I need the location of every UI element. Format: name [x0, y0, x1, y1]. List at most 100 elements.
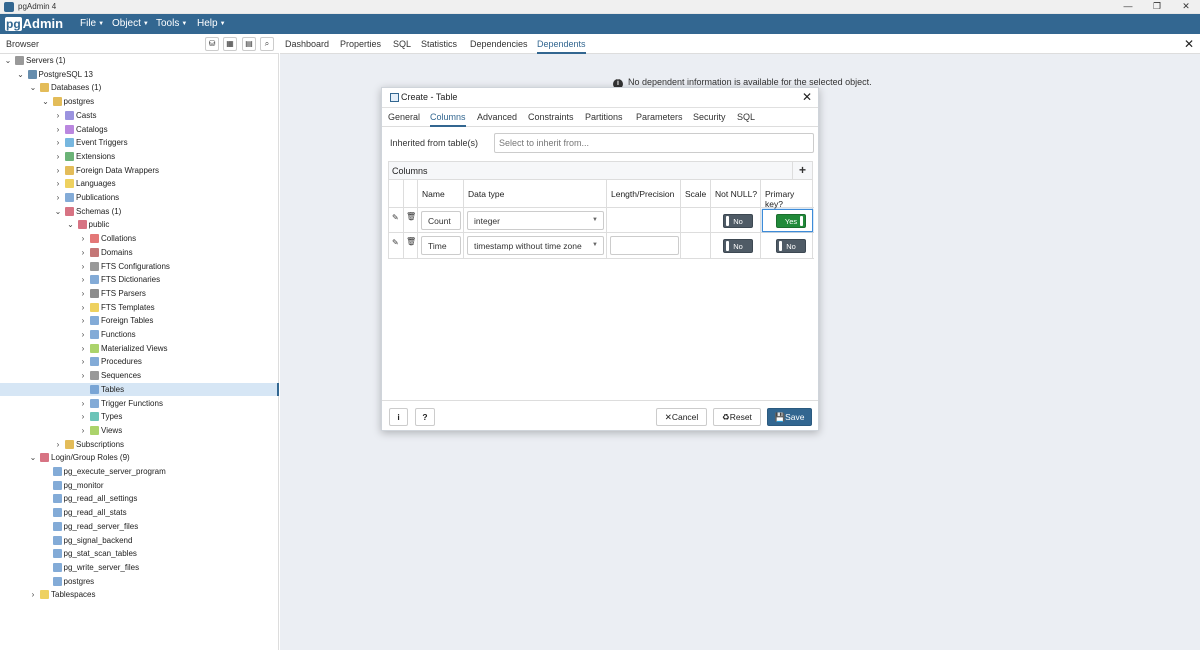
tab-dashboard[interactable]: Dashboard: [285, 38, 329, 50]
add-column-button[interactable]: +: [792, 162, 812, 179]
menu-file[interactable]: File ▼: [80, 17, 104, 31]
chevron-right-icon[interactable]: ›: [78, 355, 88, 369]
chevron-right-icon[interactable]: ›: [78, 301, 88, 315]
chevron-down-icon[interactable]: ⌄: [41, 95, 51, 109]
tree-node[interactable]: Tables: [0, 382, 279, 397]
chevron-right-icon[interactable]: ›: [53, 150, 63, 164]
tree-node[interactable]: ⌄ PostgreSQL 13: [0, 68, 279, 82]
chevron-down-icon[interactable]: ⌄: [3, 54, 13, 68]
tree-node[interactable]: › Views: [0, 424, 279, 438]
dtab-sql[interactable]: SQL: [737, 112, 755, 122]
tree-node[interactable]: › Procedures: [0, 355, 279, 369]
tree-node[interactable]: ⌄ postgres: [0, 95, 279, 109]
chevron-right-icon[interactable]: ›: [78, 410, 88, 424]
chevron-right-icon[interactable]: ›: [78, 397, 88, 411]
tree-node[interactable]: › Publications: [0, 191, 279, 205]
close-window-button[interactable]: ✕: [1172, 0, 1200, 14]
tree-node[interactable]: › FTS Templates: [0, 301, 279, 315]
tree-node[interactable]: ⌄ Schemas (1): [0, 205, 279, 219]
tab-sql[interactable]: SQL: [393, 38, 411, 50]
row2-primary-key-toggle[interactable]: No: [776, 239, 806, 253]
trash-icon[interactable]: 🗑: [406, 212, 416, 221]
dtab-parameters[interactable]: Parameters: [636, 112, 683, 122]
chevron-right-icon[interactable]: ›: [53, 123, 63, 137]
reset-button[interactable]: ♻Reset: [713, 408, 761, 426]
view-data-icon[interactable]: ▦: [223, 37, 237, 51]
chevron-right-icon[interactable]: ›: [78, 424, 88, 438]
tree-node[interactable]: › Sequences: [0, 369, 279, 383]
tree-node[interactable]: pg_read_server_files: [0, 520, 279, 534]
chevron-down-icon[interactable]: ⌄: [53, 205, 63, 219]
tree-node[interactable]: › Casts: [0, 109, 279, 123]
tree-node[interactable]: › Collations: [0, 232, 279, 246]
menu-help[interactable]: Help ▼: [197, 17, 226, 31]
tab-properties[interactable]: Properties: [340, 38, 381, 50]
query-tool-icon[interactable]: ⛁: [205, 37, 219, 51]
chevron-right-icon[interactable]: ›: [53, 191, 63, 205]
dtab-partitions[interactable]: Partitions: [585, 112, 623, 122]
row1-primary-key-toggle[interactable]: Yes: [776, 214, 806, 228]
info-button[interactable]: i: [389, 408, 408, 426]
dtab-security[interactable]: Security: [693, 112, 726, 122]
search-icon[interactable]: ⌕: [260, 37, 274, 51]
chevron-right-icon[interactable]: ›: [78, 342, 88, 356]
row2-length-input[interactable]: [610, 236, 679, 255]
tree-node[interactable]: › FTS Dictionaries: [0, 273, 279, 287]
chevron-down-icon[interactable]: ⌄: [16, 68, 26, 82]
tree-node[interactable]: ⌄ Servers (1): [0, 54, 279, 68]
tree-node[interactable]: postgres: [0, 575, 279, 589]
tree-node[interactable]: pg_read_all_stats: [0, 506, 279, 520]
restore-button[interactable]: ❐: [1143, 0, 1171, 14]
chevron-right-icon[interactable]: ›: [78, 314, 88, 328]
tree-node[interactable]: › Extensions: [0, 150, 279, 164]
save-button[interactable]: 💾Save: [767, 408, 812, 426]
dtab-columns[interactable]: Columns: [430, 112, 466, 127]
cancel-button[interactable]: ✕Cancel: [656, 408, 707, 426]
row2-name-input[interactable]: Time: [421, 236, 461, 255]
tree-node[interactable]: pg_write_server_files: [0, 561, 279, 575]
chevron-right-icon[interactable]: ›: [78, 287, 88, 301]
row1-not-null-toggle[interactable]: No: [723, 214, 753, 228]
menu-tools[interactable]: Tools ▼: [156, 17, 187, 31]
edit-icon[interactable]: ✎: [392, 213, 399, 222]
row2-not-null-toggle[interactable]: No: [723, 239, 753, 253]
dtab-general[interactable]: General: [388, 112, 420, 122]
tree-node[interactable]: › Catalogs: [0, 123, 279, 137]
tree-node[interactable]: pg_execute_server_program: [0, 465, 279, 479]
row2-type-select[interactable]: timestamp without time zone ▼: [467, 236, 604, 255]
menu-object[interactable]: Object ▼: [112, 17, 149, 31]
chevron-right-icon[interactable]: ›: [78, 232, 88, 246]
tree-node[interactable]: pg_read_all_settings: [0, 492, 279, 506]
chevron-right-icon[interactable]: ›: [53, 109, 63, 123]
edit-icon[interactable]: ✎: [392, 238, 399, 247]
tree-node[interactable]: ⌄ Login/Group Roles (9): [0, 451, 279, 465]
dtab-constraints[interactable]: Constraints: [528, 112, 574, 122]
tab-statistics[interactable]: Statistics: [421, 38, 457, 50]
tree-node[interactable]: › FTS Parsers: [0, 287, 279, 301]
tree-node[interactable]: › Event Triggers: [0, 136, 279, 150]
tree-node[interactable]: › Foreign Tables: [0, 314, 279, 328]
tree-node[interactable]: › Foreign Data Wrappers: [0, 164, 279, 178]
chevron-right-icon[interactable]: ›: [78, 260, 88, 274]
help-button[interactable]: ?: [415, 408, 435, 426]
tab-dependencies[interactable]: Dependencies: [470, 38, 528, 50]
chevron-right-icon[interactable]: ›: [53, 136, 63, 150]
minimize-button[interactable]: —: [1114, 0, 1142, 14]
tree-node[interactable]: › Trigger Functions: [0, 397, 279, 411]
chevron-right-icon[interactable]: ›: [78, 369, 88, 383]
chevron-down-icon[interactable]: ⌄: [28, 451, 38, 465]
tree-node[interactable]: pg_monitor: [0, 479, 279, 493]
chevron-right-icon[interactable]: ›: [53, 177, 63, 191]
tree-node[interactable]: pg_signal_backend: [0, 534, 279, 548]
tree-node[interactable]: ⌄ Databases (1): [0, 81, 279, 95]
tree-node[interactable]: › Types: [0, 410, 279, 424]
tree-node[interactable]: ⌄ public: [0, 218, 279, 232]
chevron-down-icon[interactable]: ⌄: [66, 218, 76, 232]
chevron-right-icon[interactable]: ›: [28, 588, 38, 602]
row1-name-input[interactable]: Count: [421, 211, 461, 230]
tab-dependents[interactable]: Dependents: [537, 38, 586, 54]
dialog-close-icon[interactable]: ✕: [802, 90, 812, 104]
filter-rows-icon[interactable]: ▤: [242, 37, 256, 51]
tree-node[interactable]: › Domains: [0, 246, 279, 260]
close-panel-icon[interactable]: ✕: [1184, 37, 1194, 51]
